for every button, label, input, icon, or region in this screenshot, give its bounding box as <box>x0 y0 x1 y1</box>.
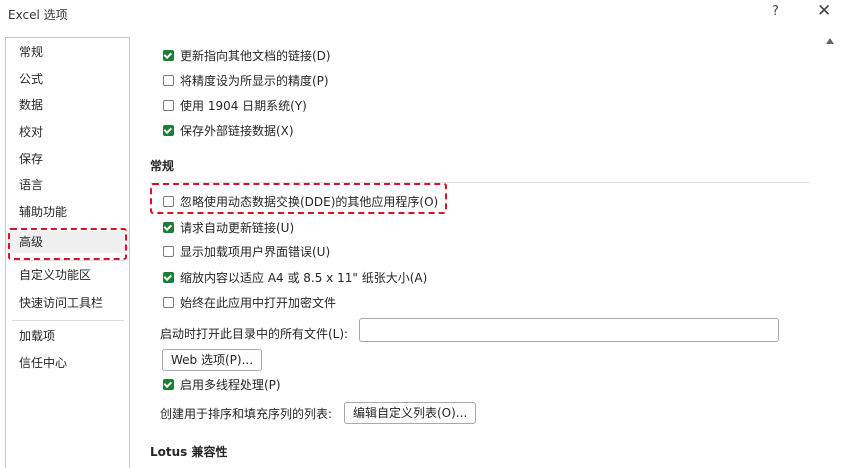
option-label: 保存外部链接数据(X) <box>180 123 294 138</box>
help-button[interactable]: ? <box>772 4 779 19</box>
checkbox-icon[interactable] <box>163 74 174 86</box>
option-label: 使用 1904 日期系统(Y) <box>180 98 307 113</box>
option-label: 更新指向其他文档的链接(D) <box>180 48 331 63</box>
checkbox-checked-icon[interactable] <box>163 49 174 61</box>
checkbox-checked-icon[interactable] <box>163 124 174 136</box>
option-label: 请求自动更新链接(U) <box>180 220 295 235</box>
option-open-encrypted[interactable]: 始终在此应用中打开加密文件 <box>163 293 336 311</box>
advanced-options-panel: 更新指向其他文档的链接(D) 将精度设为所显示的精度(P) 使用 1904 日期… <box>130 30 845 459</box>
checkbox-checked-icon[interactable] <box>163 221 174 233</box>
option-ask-update-links[interactable]: 请求自动更新链接(U) <box>163 218 294 236</box>
web-options-button[interactable]: Web 选项(P)... <box>162 349 263 371</box>
checkbox-checked-icon[interactable] <box>163 378 174 390</box>
nav-item-language[interactable]: 语言 <box>6 174 129 196</box>
option-1904-date-system[interactable]: 使用 1904 日期系统(Y) <box>163 96 307 114</box>
nav-divider <box>12 260 124 261</box>
nav-item-formulas[interactable]: 公式 <box>6 68 129 90</box>
nav-item-quick-access-toolbar[interactable]: 快速访问工具栏 <box>6 292 129 314</box>
option-save-external-links[interactable]: 保存外部链接数据(X) <box>163 121 294 139</box>
scroll-up-arrow-icon[interactable] <box>826 38 834 44</box>
nav-item-general[interactable]: 常规 <box>6 41 129 63</box>
nav-item-data[interactable]: 数据 <box>6 94 129 116</box>
option-label: 启用多线程处理(P) <box>180 377 281 392</box>
title-bar: Excel 选项 ? ✕ <box>0 0 845 30</box>
checkbox-icon[interactable] <box>163 296 174 308</box>
nav-item-proofing[interactable]: 校对 <box>6 121 129 143</box>
nav-item-accessibility[interactable]: 辅助功能 <box>6 201 129 223</box>
option-show-addin-errors[interactable]: 显示加载项用户界面错误(U) <box>163 242 330 260</box>
section-heading-general: 常规 <box>150 159 175 173</box>
window-title: Excel 选项 <box>8 8 68 22</box>
nav-item-add-ins[interactable]: 加载项 <box>6 325 129 347</box>
option-scale-to-paper[interactable]: 缩放内容以适应 A4 或 8.5 x 11" 纸张大小(A) <box>163 268 427 286</box>
section-heading-lotus: Lotus 兼容性 <box>150 445 228 459</box>
checkbox-checked-icon[interactable] <box>163 271 174 283</box>
option-label: 始终在此应用中打开加密文件 <box>180 295 337 310</box>
custom-lists-label: 创建用于排序和填充序列的列表: <box>160 407 333 421</box>
startup-folder-input[interactable] <box>359 318 779 342</box>
option-precision-as-displayed[interactable]: 将精度设为所显示的精度(P) <box>163 71 329 89</box>
option-update-links[interactable]: 更新指向其他文档的链接(D) <box>163 46 331 64</box>
checkbox-icon[interactable] <box>163 245 174 257</box>
highlight-advanced <box>8 228 127 260</box>
checkbox-icon[interactable] <box>163 99 174 111</box>
nav-item-save[interactable]: 保存 <box>6 148 129 170</box>
highlight-ignore-dde <box>150 183 447 214</box>
startup-folder-label: 启动时打开此目录中的所有文件(L): <box>160 327 349 341</box>
option-multithreading[interactable]: 启用多线程处理(P) <box>163 375 281 393</box>
nav-item-trust-center[interactable]: 信任中心 <box>6 352 129 374</box>
edit-custom-lists-button[interactable]: 编辑自定义列表(O)... <box>344 402 477 424</box>
nav-divider <box>12 320 124 321</box>
option-label: 缩放内容以适应 A4 或 8.5 x 11" 纸张大小(A) <box>180 270 428 285</box>
close-button[interactable]: ✕ <box>817 1 831 21</box>
option-label: 显示加载项用户界面错误(U) <box>180 244 331 259</box>
option-label: 将精度设为所显示的精度(P) <box>180 73 329 88</box>
nav-item-customize-ribbon[interactable]: 自定义功能区 <box>6 264 129 286</box>
